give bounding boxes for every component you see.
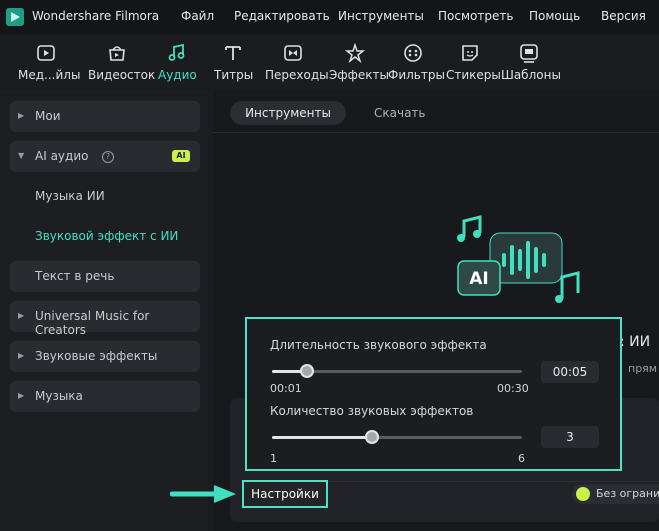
template-icon (520, 44, 538, 63)
count-min: 1 (270, 452, 277, 465)
tool-templates[interactable]: Шаблоны (501, 42, 561, 82)
tool-label: Переходы (265, 68, 329, 82)
tool-effects[interactable]: Эффекты (329, 42, 389, 82)
chevron-right-icon: ▶ (18, 311, 25, 320)
tool-label: Видеосток (88, 68, 156, 82)
chevron-down-icon: ▼ (18, 151, 25, 160)
menu-version[interactable]: Версия (601, 9, 646, 23)
tool-titles[interactable]: Титры (214, 42, 254, 82)
media-icon (37, 45, 55, 61)
duration-label: Длительность звукового эффекта (270, 338, 487, 352)
settings-button[interactable]: Настройки (242, 480, 328, 508)
chevron-right-icon: ▶ (18, 351, 25, 360)
duration-value-field[interactable]: 00:05 (541, 361, 599, 383)
help-icon[interactable]: ? (102, 151, 114, 163)
sidebar-item-ai-music[interactable]: Музыка ИИ (35, 189, 105, 203)
sidebar-item-music[interactable]: ▶ Музыка (10, 381, 200, 412)
tool-filters[interactable]: Фильтры (388, 42, 445, 82)
duration-max: 00:30 (497, 382, 529, 395)
tool-media[interactable]: Мед...йлы (18, 42, 81, 82)
tool-label: Эффекты (329, 68, 389, 82)
tab-tools[interactable]: Инструменты (230, 101, 346, 125)
quota-badge: Без огранич (572, 484, 659, 504)
tool-audio[interactable]: Аудио (158, 42, 197, 82)
menu-view[interactable]: Посмотреть (438, 9, 513, 23)
sidebar-item-universal-music[interactable]: ▶ Universal Music for Creators (10, 301, 200, 337)
tool-transitions[interactable]: Переходы (265, 42, 329, 82)
count-label: Количество звуковых эффектов (270, 404, 474, 418)
sidebar-item-ai-sfx[interactable]: Звуковой эффект с ИИ (35, 229, 178, 243)
menu-tools[interactable]: Инструменты (338, 9, 424, 23)
quota-text: Без огранич (596, 487, 659, 500)
transition-icon (284, 45, 302, 61)
credits-icon (576, 487, 590, 501)
sidebar-item-label: AI аудио (35, 149, 89, 163)
ai-music-illustration-icon: AI (457, 215, 580, 303)
chevron-right-icon: ▶ (18, 111, 25, 120)
sidebar-item-label: Текст в речь (35, 269, 115, 283)
filmora-logo-icon (6, 8, 24, 26)
tool-label: Аудио (158, 68, 197, 82)
sticker-icon (462, 45, 478, 61)
ai-badge: AI (172, 150, 190, 162)
tab-divider (213, 132, 659, 133)
panel-heading-fragment: : ИИ (620, 334, 651, 350)
sidebar-item-ai-audio[interactable]: ▼ AI аудио ? AI (10, 141, 200, 172)
sidebar-item-label: Universal Music for Creators (35, 309, 150, 337)
count-slider-thumb[interactable] (365, 430, 379, 444)
tool-label: Мед...йлы (18, 68, 81, 82)
menu-file[interactable]: Файл (181, 9, 214, 23)
filter-icon (404, 44, 422, 62)
sidebar-item-label: Звуковые эффекты (35, 349, 158, 363)
sidebar-item-label: Музыка (35, 389, 83, 403)
text-icon (225, 46, 241, 60)
panel-description-fragment: прям (628, 362, 658, 375)
count-max: 6 (518, 452, 525, 465)
settings-popup: Длительность звукового эффекта 00:01 00:… (245, 317, 622, 471)
tool-stock-video[interactable]: Видеосток (88, 42, 156, 82)
tool-label: Титры (214, 68, 254, 82)
tab-download[interactable]: Скачать (374, 106, 426, 120)
music-note-icon (168, 43, 185, 61)
count-slider-fill (272, 436, 372, 439)
sidebar-item-label: Мои (35, 109, 61, 123)
duration-slider-thumb[interactable] (299, 364, 314, 378)
tool-label: Шаблоны (501, 68, 561, 82)
sidebar-item-mine[interactable]: ▶ Мои (10, 101, 200, 132)
title-bar: Wondershare Filmora Файл Редактировать И… (0, 0, 659, 34)
effects-icon (344, 42, 366, 64)
duration-min: 00:01 (270, 382, 302, 395)
stock-video-icon (109, 46, 125, 61)
tool-stickers[interactable]: Стикеры (446, 42, 501, 82)
tool-label: Фильтры (388, 68, 445, 82)
tool-label: Стикеры (446, 68, 501, 82)
svg-text:AI: AI (469, 269, 488, 289)
count-value-field[interactable]: 3 (541, 426, 599, 448)
pointer-arrow-icon (170, 485, 236, 503)
chevron-right-icon: ▶ (18, 391, 25, 400)
sidebar-item-sound-effects[interactable]: ▶ Звуковые эффекты (10, 341, 200, 372)
menu-edit[interactable]: Редактировать (234, 9, 330, 23)
menu-help[interactable]: Помощь (529, 9, 580, 23)
sidebar-item-tts[interactable]: Текст в речь (10, 261, 200, 292)
app-name: Wondershare Filmora (32, 9, 160, 23)
